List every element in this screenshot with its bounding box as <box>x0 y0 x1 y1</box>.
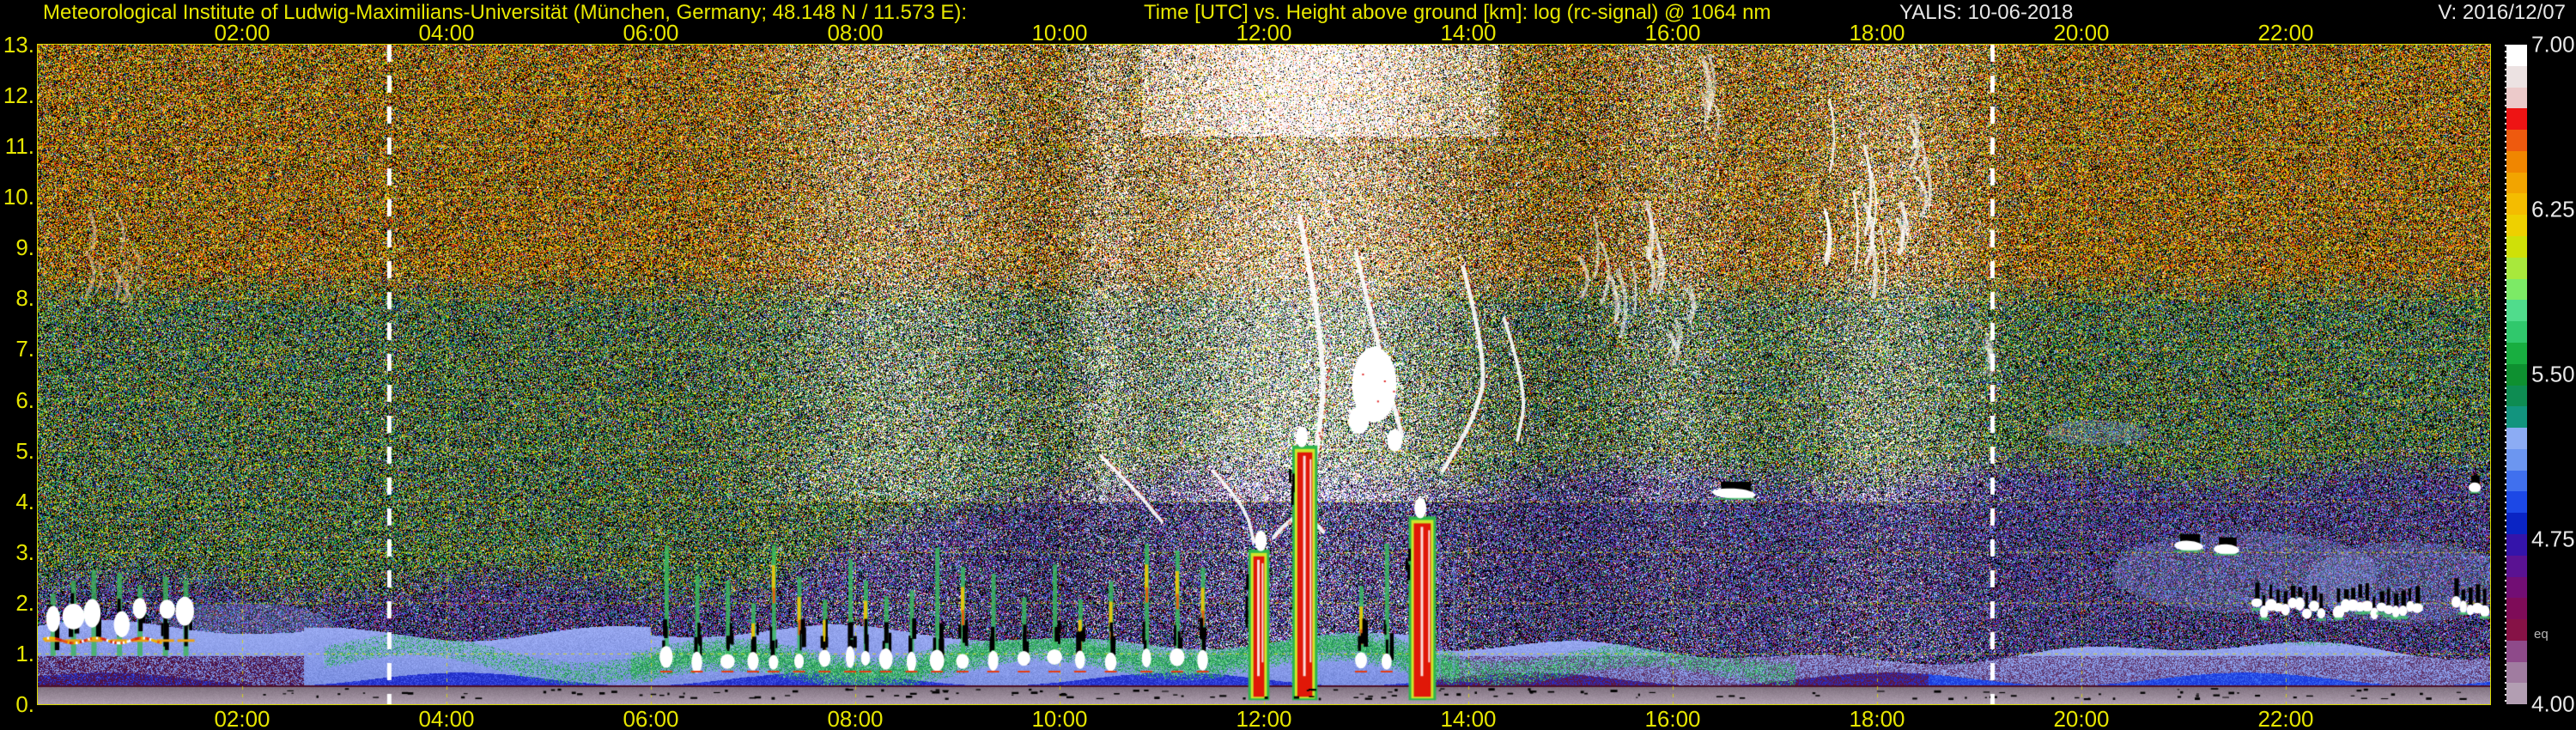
colorbar-segment <box>2506 385 2527 407</box>
x-tick-label: 04:00 <box>418 20 475 46</box>
lidar-quicklook-app: Meteorological Institute of Ludwig-Maxim… <box>0 0 2576 730</box>
colorbar-tick-label: 7.00 <box>2531 31 2575 58</box>
x-tick-label: 14:00 <box>1440 20 1497 46</box>
x-tick-label: 02:00 <box>214 706 270 730</box>
colorbar-segment <box>2506 513 2527 534</box>
colorbar-segment <box>2506 576 2527 599</box>
x-tick-label: 22:00 <box>2257 20 2314 46</box>
x-tick-label: 12:00 <box>1236 706 1292 730</box>
colorbar-segment <box>2506 87 2527 109</box>
colorbar-segment <box>2506 428 2527 449</box>
y-tick-label: 2. <box>15 589 34 616</box>
x-tick-label: 20:00 <box>2053 706 2110 730</box>
x-tick-label: 16:00 <box>1644 706 1701 730</box>
y-tick-label: 10. <box>3 184 34 210</box>
y-tick-label: 7. <box>15 336 34 362</box>
colorbar-tick-label: 4.75 <box>2531 526 2575 552</box>
x-tick-label: 06:00 <box>623 706 679 730</box>
y-tick-label: 6. <box>15 386 34 413</box>
colorbar-segment <box>2506 45 2527 66</box>
y-tick-label: 9. <box>15 234 34 261</box>
colorbar-segment <box>2506 130 2527 151</box>
colorbar-segment <box>2506 278 2527 301</box>
x-tick-label: 12:00 <box>1236 20 1292 46</box>
colorbar-segment <box>2506 65 2527 88</box>
y-tick-label: 5. <box>15 437 34 464</box>
y-tick-label: 12. <box>3 82 34 109</box>
colorbar-segment <box>2506 598 2527 620</box>
x-tick-label: 06:00 <box>623 20 679 46</box>
y-tick-label: 3. <box>15 538 34 565</box>
x-tick-label: 18:00 <box>1849 706 1905 730</box>
x-tick-label: 08:00 <box>827 706 884 730</box>
x-tick-label: 18:00 <box>1849 20 1905 46</box>
colorbar-segment <box>2506 491 2527 514</box>
x-tick-label: 10:00 <box>1031 706 1088 730</box>
colorbar-segment <box>2506 150 2527 173</box>
colorbar-segment <box>2506 640 2527 662</box>
y-tick-label: 1. <box>15 640 34 666</box>
y-tick-label: 4. <box>15 488 34 514</box>
colorbar-segment <box>2506 448 2527 471</box>
colorbar-segment <box>2506 215 2527 237</box>
colorbar-segment <box>2506 363 2527 386</box>
x-tick-label: 10:00 <box>1031 20 1088 46</box>
y-tick-label: 11. <box>4 133 34 160</box>
colorbar-tick-label: 4.00 <box>2531 690 2575 717</box>
y-tick-label: 8. <box>15 285 34 312</box>
x-tick-label: 02:00 <box>214 20 270 46</box>
colorbar-segment <box>2506 661 2527 684</box>
colorbar-segment <box>2506 257 2527 279</box>
colorbar-segment <box>2506 619 2527 641</box>
colorbar-segment <box>2506 108 2527 131</box>
x-tick-label: 20:00 <box>2053 20 2110 46</box>
plot-area <box>37 44 2491 705</box>
colorbar-segment <box>2506 321 2527 343</box>
colorbar-segment <box>2506 406 2527 429</box>
lidar-heatmap-canvas <box>38 45 2490 704</box>
colorbar-tick-label: 5.50 <box>2531 361 2575 387</box>
colorbar-segment <box>2506 172 2527 194</box>
y-tick-label: 0. <box>15 691 34 717</box>
x-tick-label: 22:00 <box>2257 706 2314 730</box>
colorbar-segment <box>2506 342 2527 364</box>
x-tick-label: 14:00 <box>1440 706 1497 730</box>
colorbar-segment <box>2506 683 2527 705</box>
colorbar-tick-label: 6.25 <box>2531 196 2575 222</box>
colorbar-segment <box>2506 236 2527 258</box>
colorbar <box>2506 45 2527 705</box>
colorbar-tick-dots <box>2505 45 2506 704</box>
colorbar-segment <box>2506 193 2527 216</box>
x-tick-label: 16:00 <box>1644 20 1701 46</box>
colorbar-segment <box>2506 533 2527 556</box>
x-tick-label: 04:00 <box>418 706 475 730</box>
y-tick-label: 13. <box>3 32 34 58</box>
x-tick-label: 08:00 <box>827 20 884 46</box>
title-version: V: 2016/12/07 <box>2438 1 2566 24</box>
colorbar-eq-label: eq <box>2534 627 2549 642</box>
colorbar-segment <box>2506 300 2527 322</box>
colorbar-segment <box>2506 555 2527 577</box>
colorbar-segment <box>2506 470 2527 492</box>
